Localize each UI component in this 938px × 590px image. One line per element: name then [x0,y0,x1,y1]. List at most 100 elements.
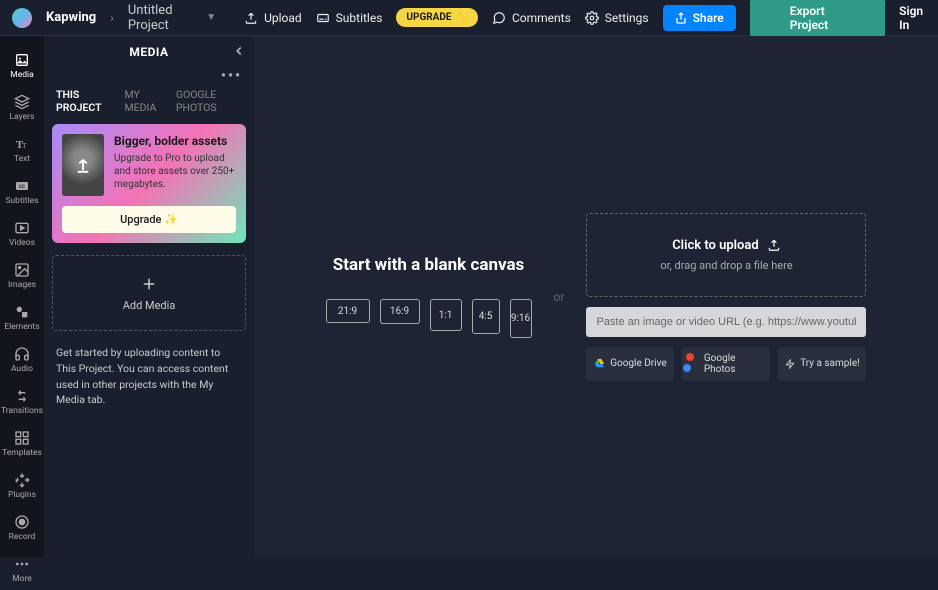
elements-icon [14,304,30,320]
cc-icon: CC [14,178,30,194]
rail-audio[interactable]: Audio [0,338,44,380]
tab-this-project[interactable]: THIS PROJECT [56,88,113,114]
google-drive-button[interactable]: Google Drive [586,347,674,381]
rail-media[interactable]: Media [0,44,44,86]
gphotos-label: Google Photos [704,353,767,375]
url-input[interactable] [586,307,866,337]
ratio-9-16[interactable]: 9:16 [510,299,532,338]
comments-label: Comments [512,11,571,25]
rail-label: Text [14,154,30,164]
add-media-label: Add Media [123,299,176,312]
promo-description: Upgrade to Pro to upload and store asset… [114,152,236,191]
subtitles-label: Subtitles [336,11,383,25]
sparkle-icon: ✨ [456,12,468,23]
upload-label: Upload [264,11,302,25]
rail-label: Templates [2,448,42,458]
rail-label: Audio [11,364,33,374]
rail-label: Subtitles [5,196,38,206]
audio-icon [14,346,30,362]
share-icon [675,12,687,24]
ratio-16-9[interactable]: 16:9 [380,299,420,324]
gdrive-label: Google Drive [610,358,667,369]
rail-label: More [12,574,32,584]
upload-button[interactable]: Upload [244,11,302,25]
rail-videos[interactable]: Videos [0,212,44,254]
settings-button[interactable]: Settings [585,11,649,25]
rail-elements[interactable]: Elements [0,296,44,338]
subtitles-icon [316,11,330,25]
subtitles-button[interactable]: Subtitles [316,11,383,25]
canvas-area: Start with a blank canvas 21:9 16:9 1:1 … [254,36,938,557]
plus-icon [140,275,158,293]
settings-label: Settings [605,11,649,25]
promo-title: Bigger, bolder assets [114,134,236,148]
upload-dropzone[interactable]: Click to upload or, drag and drop a file… [586,213,866,297]
upgrade-button[interactable]: UPGRADE ✨ [396,8,478,27]
share-button[interactable]: Share [663,5,736,31]
svg-text:CC: CC [19,184,25,190]
upload-subtitle: or, drag and drop a file here [597,259,855,272]
upload-arrow-icon [74,156,92,174]
upload-icon [244,11,258,25]
rail-templates[interactable]: Templates [0,422,44,464]
side-panel: MEDIA ••• THIS PROJECT MY MEDIA GOOGLE P… [44,36,254,557]
promo-upgrade-button[interactable]: Upgrade ✨ [62,206,236,233]
tab-google-photos[interactable]: GOOGLE PHOTOS [176,88,242,114]
side-title: MEDIA [129,45,168,59]
ratio-1-1[interactable]: 1:1 [430,299,462,331]
signin-link[interactable]: Sign In [899,4,926,32]
gphotos-icon [686,353,698,375]
project-title[interactable]: Untitled Project [128,3,192,33]
rail-label: Media [10,70,33,80]
brand-name: Kapwing [46,10,96,25]
video-icon [14,220,30,236]
app-logo[interactable] [12,8,32,28]
breadcrumb-sep: › [110,11,114,25]
images-icon [14,262,30,278]
tool-rail: Media Layers TT Text CC Subtitles Videos I… [0,36,44,557]
comments-button[interactable]: Comments [492,11,571,25]
ratio-21-9[interactable]: 21:9 [326,299,370,323]
rail-layers[interactable]: Layers [0,86,44,128]
layers-icon [14,94,30,110]
sample-label: Try a sample! [800,358,860,369]
transitions-icon [14,388,30,404]
share-label: Share [693,11,724,25]
templates-icon [14,430,30,446]
rail-label: Images [8,280,36,290]
tab-my-media[interactable]: MY MEDIA [125,88,164,114]
plugins-icon [14,472,30,488]
add-media-button[interactable]: Add Media [52,255,246,331]
rail-images[interactable]: Images [0,254,44,296]
rail-transitions[interactable]: Transitions [0,380,44,422]
text-icon: TT [14,136,30,152]
project-dropdown-icon[interactable]: ▼ [206,12,216,23]
export-button[interactable]: Export Project [750,0,885,38]
upload-box-icon [767,238,781,252]
try-sample-button[interactable]: Try a sample! [778,347,866,381]
rail-label: Record [9,532,36,542]
rail-record[interactable]: Record [0,506,44,548]
rail-text[interactable]: TT Text [0,128,44,170]
upgrade-label: UPGRADE [406,12,451,23]
gdrive-icon [594,358,605,369]
google-photos-button[interactable]: Google Photos [682,347,770,381]
panel-more-icon[interactable]: ••• [44,68,254,84]
sample-icon [785,359,795,369]
media-icon [14,52,30,68]
rail-subtitles[interactable]: CC Subtitles [0,170,44,212]
svg-text:T: T [22,141,27,150]
rail-label: Plugins [8,490,36,500]
upgrade-promo-card: Bigger, bolder assets Upgrade to Pro to … [52,124,246,243]
collapse-panel-icon[interactable] [232,44,246,61]
help-text: Get started by uploading content to This… [44,331,254,422]
rail-label: Videos [9,238,35,248]
rail-plugins[interactable]: Plugins [0,464,44,506]
blank-canvas-title: Start with a blank canvas [333,255,525,275]
rail-label: Elements [4,322,39,332]
or-separator: or [554,290,565,304]
rail-more[interactable]: More [0,548,44,590]
gear-icon [585,11,599,25]
ratio-4-5[interactable]: 4:5 [472,299,500,334]
rail-label: Transitions [1,406,43,416]
